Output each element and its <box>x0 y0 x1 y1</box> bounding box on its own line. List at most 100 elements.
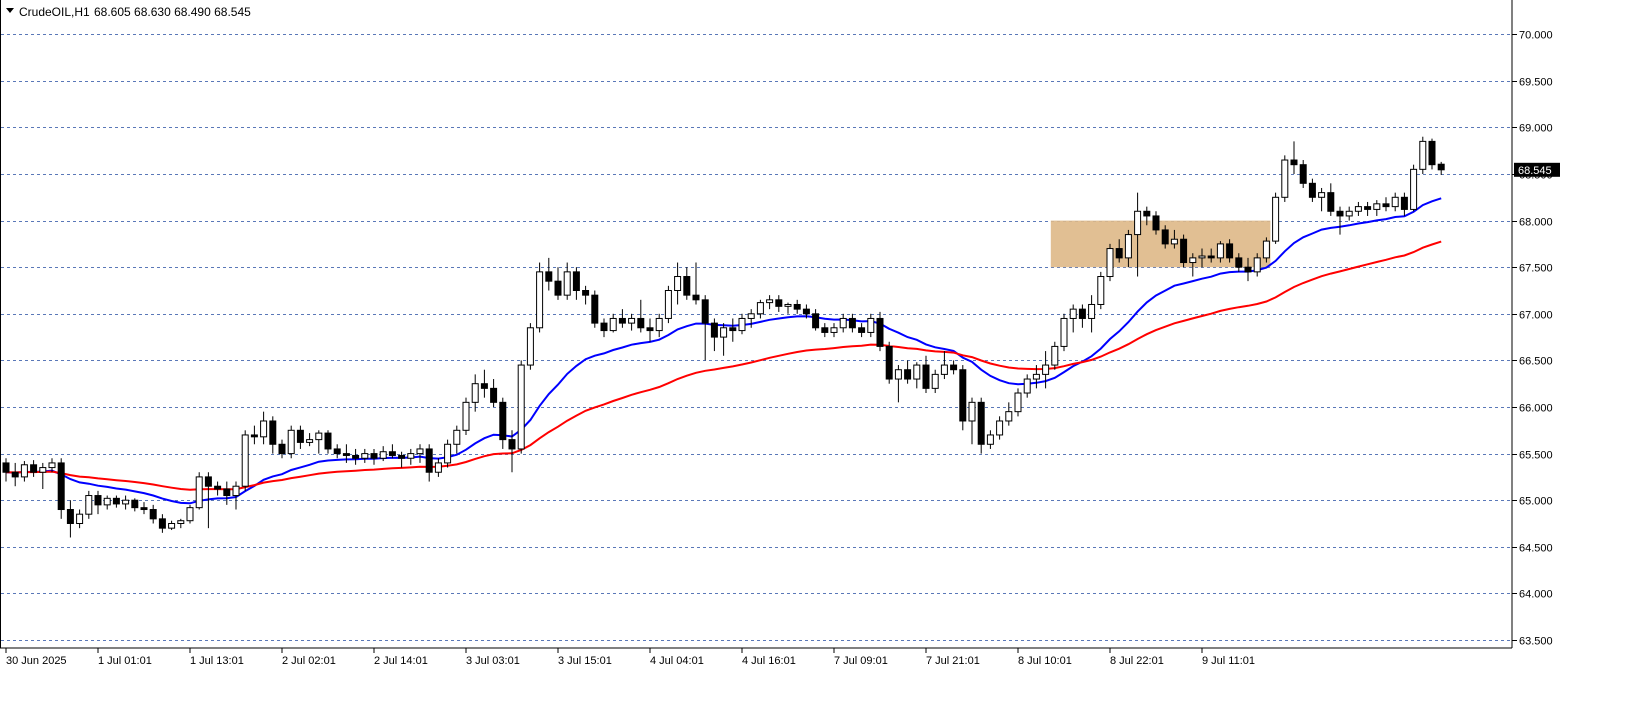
candle-body <box>618 317 626 324</box>
price-tick-label: 67.500 <box>1519 263 1553 275</box>
candle-body <box>1318 192 1326 198</box>
candle-body <box>103 497 111 506</box>
candle <box>1281 155 1289 202</box>
candle-body <box>1060 317 1068 347</box>
candle-body <box>434 462 442 473</box>
candle-body <box>278 443 286 455</box>
candle-body <box>1106 248 1114 278</box>
candle-body <box>1290 159 1298 166</box>
candle-body <box>20 464 28 478</box>
candle-body <box>1345 210 1353 217</box>
candle-body <box>1428 140 1436 166</box>
candle-body <box>701 299 709 324</box>
candle-body <box>388 451 396 456</box>
candle-body <box>39 467 47 473</box>
candle-body <box>11 471 19 478</box>
candle <box>444 439 452 468</box>
candle-body <box>692 294 700 301</box>
candle-body <box>48 462 56 469</box>
chart-background <box>0 0 1651 705</box>
candle-body <box>1327 192 1335 212</box>
candle-body <box>720 327 728 338</box>
candle-body <box>940 364 948 375</box>
candle-body <box>848 317 856 329</box>
candle <box>462 397 470 435</box>
candle-body <box>260 420 268 438</box>
candle-body <box>563 271 571 296</box>
candle-body <box>858 327 866 333</box>
price-tick-label: 64.000 <box>1519 589 1553 601</box>
candle-body <box>1124 234 1132 259</box>
candle-body <box>168 523 176 529</box>
ohlc-values: 68.605 68.630 68.490 68.545 <box>94 5 251 19</box>
time-tick-label: 1 Jul 01:01 <box>98 655 152 667</box>
candle <box>1180 234 1188 268</box>
candle-body <box>977 401 985 445</box>
chart-window[interactable]: 70.00069.50069.00068.50068.00067.50067.0… <box>0 0 1651 705</box>
time-tick-label: 3 Jul 03:01 <box>466 655 520 667</box>
price-tick-label: 67.000 <box>1519 310 1553 322</box>
price-tick-label: 66.000 <box>1519 403 1553 415</box>
candle-body <box>775 299 783 307</box>
candle-body <box>637 317 645 329</box>
current-price-label: 68.545 <box>1518 165 1552 177</box>
candle-body <box>416 448 424 455</box>
candle-body <box>30 464 38 473</box>
candle-body <box>1410 168 1418 210</box>
candle <box>1051 341 1059 370</box>
price-tick-label: 65.500 <box>1519 450 1553 462</box>
candle-body <box>591 294 599 324</box>
candle <box>1060 313 1068 352</box>
price-tick-label: 65.000 <box>1519 496 1553 508</box>
candle-body <box>490 387 498 403</box>
time-tick-label: 9 Jul 11:01 <box>1202 655 1255 667</box>
candle-body <box>904 369 912 380</box>
candle-body <box>1272 196 1280 242</box>
candle <box>1299 160 1307 188</box>
candle <box>1428 138 1436 170</box>
candle-body <box>1097 276 1105 305</box>
candle-body <box>269 420 277 445</box>
candle-body <box>66 509 74 524</box>
price-tick-label: 69.500 <box>1519 77 1553 89</box>
candle-body <box>158 518 166 529</box>
candle-body <box>950 364 958 371</box>
candle-body <box>1281 159 1289 198</box>
candle <box>959 365 967 431</box>
candle-body <box>76 513 84 524</box>
candle-body <box>802 308 810 315</box>
candle-body <box>232 485 240 497</box>
candle-body <box>287 429 295 455</box>
candle <box>536 262 544 333</box>
candle-body <box>1170 238 1178 245</box>
candle-body <box>600 322 608 332</box>
candle <box>1106 243 1114 282</box>
candle-body <box>1051 345 1059 366</box>
candle-body <box>1382 203 1390 208</box>
candle-body <box>370 453 378 459</box>
candle-body <box>1088 303 1096 319</box>
time-tick-label: 2 Jul 14:01 <box>374 655 428 667</box>
candle-body <box>793 303 801 310</box>
candle-body <box>1198 255 1206 259</box>
candle-body <box>1419 140 1427 170</box>
candle-body <box>361 453 369 459</box>
candle-body <box>1078 308 1086 319</box>
candle-body <box>1207 255 1215 259</box>
candle-body <box>453 429 461 445</box>
candle-body <box>223 488 231 497</box>
candle-body <box>177 520 185 524</box>
candle-body <box>922 364 930 389</box>
price-tick-label: 63.500 <box>1519 636 1553 648</box>
candle-body <box>646 327 654 332</box>
price-tick-label: 70.000 <box>1519 30 1553 42</box>
candle-body <box>710 322 718 338</box>
candle-body <box>149 509 157 520</box>
candle-body <box>2 462 10 473</box>
candle-body <box>1032 373 1040 380</box>
candle-body <box>425 448 433 473</box>
candle-body <box>1253 257 1261 273</box>
candlestick-chart[interactable]: 70.00069.50069.00068.50068.00067.50067.0… <box>0 0 1651 705</box>
candle-body <box>122 499 130 505</box>
candle <box>186 504 194 524</box>
